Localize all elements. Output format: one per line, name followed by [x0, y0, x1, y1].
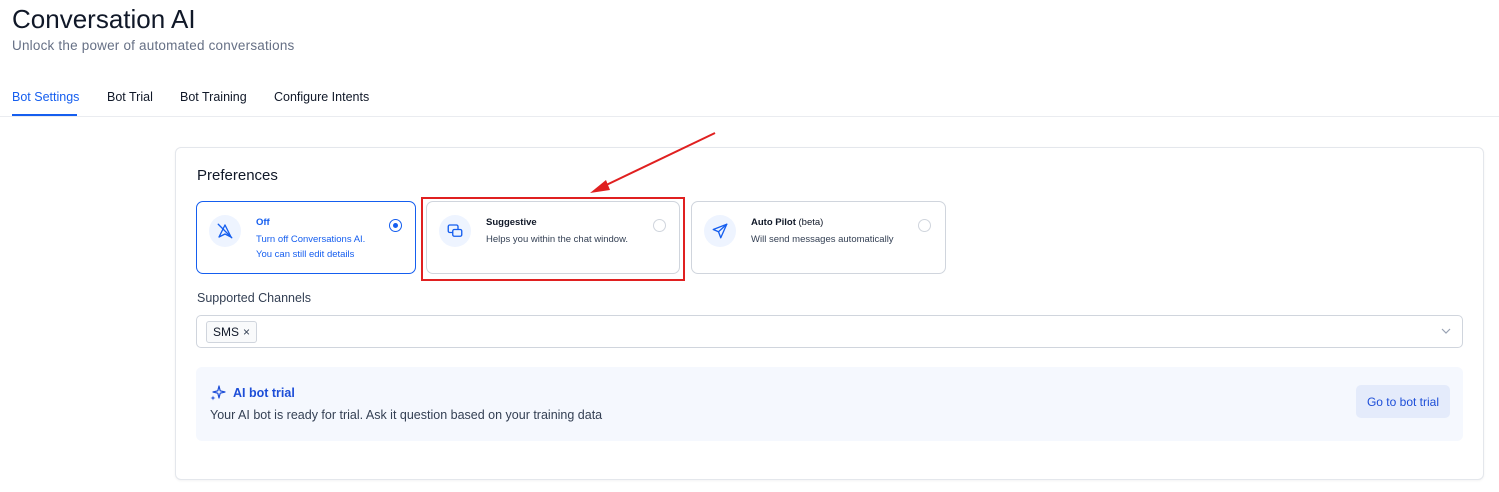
active-tab-indicator [12, 114, 77, 116]
tab-bot-settings[interactable]: Bot Settings [12, 90, 79, 104]
send-icon [704, 215, 736, 247]
option-off[interactable]: Off Turn off Conversations AI. You can s… [196, 201, 416, 274]
option-auto-pilot[interactable]: Auto Pilot (beta) Will send messages aut… [691, 201, 946, 274]
tab-bot-trial[interactable]: Bot Trial [107, 90, 153, 104]
chevron-down-icon[interactable] [1440, 325, 1452, 337]
sparkle-icon [210, 385, 226, 401]
go-to-bot-trial-button[interactable]: Go to bot trial [1356, 385, 1450, 418]
option-description: Helps you within the chat window. [486, 234, 629, 245]
preferences-heading: Preferences [197, 167, 278, 184]
channel-tag-label: SMS [213, 325, 240, 339]
option-title: Off [256, 217, 270, 228]
radio-suggestive[interactable] [653, 219, 666, 232]
bot-off-icon [209, 215, 241, 247]
channels-multiselect[interactable]: SMS × [196, 315, 1463, 348]
radio-off[interactable] [389, 219, 402, 232]
option-description: Will send messages automatically [751, 234, 894, 245]
trial-description: Your AI bot is ready for trial. Ask it q… [210, 408, 603, 422]
tab-configure-intents[interactable]: Configure Intents [274, 90, 369, 104]
channel-tag-sms: SMS × [206, 321, 258, 343]
page-title: Conversation AI [12, 4, 196, 34]
tab-bar: Bot Settings Bot Trial Bot Training Conf… [0, 80, 1499, 117]
option-suggestive[interactable]: Suggestive Helps you within the chat win… [426, 201, 680, 274]
option-description: Turn off Conversations AI. You can still… [256, 234, 366, 260]
radio-auto-pilot[interactable] [918, 219, 931, 232]
option-title: Suggestive [486, 217, 537, 228]
page-subtitle: Unlock the power of automated conversati… [12, 38, 295, 53]
chat-bubbles-icon [439, 215, 471, 247]
trial-title: AI bot trial [233, 386, 295, 400]
ai-bot-trial-panel: AI bot trial Your AI bot is ready for tr… [196, 367, 1463, 441]
option-title: Auto Pilot (beta) [751, 217, 824, 228]
tab-bot-training[interactable]: Bot Training [180, 90, 247, 104]
supported-channels-label: Supported Channels [197, 291, 311, 305]
remove-tag-icon[interactable]: × [243, 326, 250, 338]
